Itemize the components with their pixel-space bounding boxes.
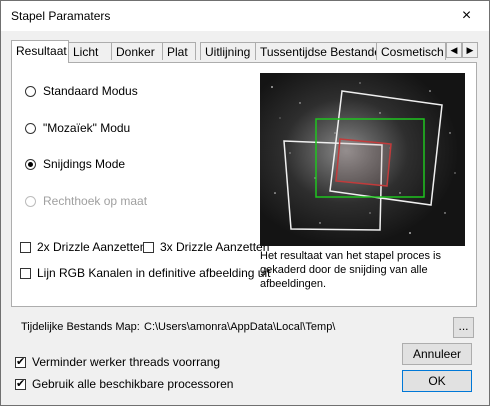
checkbox-label: Gebruik alle beschikbare processoren [32, 377, 234, 391]
tab-label: Uitlijning [205, 45, 251, 59]
cancel-button[interactable]: Annuleer [402, 343, 472, 365]
browse-button[interactable]: ... [453, 317, 474, 338]
radio-label: Rechthoek op maat [43, 194, 148, 208]
tab-label: Licht [73, 45, 99, 59]
temp-folder-label: Tijdelijke Bestands Map: [21, 321, 140, 333]
reduce-threads-checkbox[interactable] [15, 355, 26, 369]
radio-rechthoek-op-maat: Rechthoek op maat [25, 194, 147, 208]
preview-image-canvas [260, 73, 465, 246]
use-all-processors-checkbox[interactable] [15, 377, 26, 391]
tab-strip: Resultaat Licht Donker Plat Uitlijning T… [11, 40, 479, 63]
radio-label: Snijdings Mode [43, 157, 126, 171]
drizzle-2x-checkbox-row[interactable]: 2x Drizzle Aanzetten [20, 240, 146, 254]
reduce-threads-checkbox-row[interactable]: Verminder werker threads voorrang [15, 355, 220, 369]
tab-label: Resultaat [16, 44, 67, 58]
tab-cosmetisch[interactable]: Cosmetisch [376, 42, 446, 60]
checkbox-label: 3x Drizzle Aanzetten [160, 240, 270, 254]
tab-plat[interactable]: Plat [162, 42, 196, 60]
tab-uitlijning[interactable]: Uitlijning [200, 42, 256, 60]
radio-button [25, 195, 36, 207]
radio-mozaiek-modus[interactable]: "Mozaïek" Modu [25, 121, 130, 135]
drizzle-2x-checkbox[interactable] [20, 241, 31, 253]
chevron-right-icon: ▶ [466, 44, 474, 55]
radio-button[interactable] [25, 158, 36, 170]
chevron-left-icon: ◀ [450, 44, 458, 55]
preview-image [260, 73, 465, 246]
temp-folder-path: C:\Users\amonra\AppData\Local\Temp\ [144, 321, 336, 333]
tab-panel-resultaat: Standaard Modus "Mozaïek" Modu Snijdings… [11, 62, 477, 307]
checkbox-label: Verminder werker threads voorrang [32, 355, 221, 369]
tab-label: Plat [167, 45, 188, 59]
tab-label: Tussentijdse Bestanden [260, 45, 388, 59]
tab-licht[interactable]: Licht [68, 42, 112, 60]
drizzle-3x-checkbox-row[interactable]: 3x Drizzle Aanzetten [143, 240, 269, 254]
drizzle-3x-checkbox[interactable] [143, 241, 154, 253]
close-icon: × [461, 7, 472, 24]
use-all-processors-checkbox-row[interactable]: Gebruik alle beschikbare processoren [15, 377, 233, 391]
checkbox-label: 2x Drizzle Aanzetten [37, 240, 147, 254]
tab-label: Donker [116, 45, 155, 59]
dialog-window: Stapel Paramaters × Resultaat Licht Donk… [0, 0, 490, 406]
radio-button[interactable] [25, 122, 36, 134]
tab-scroll-right-button[interactable]: ▶ [462, 42, 478, 58]
radio-button[interactable] [25, 85, 36, 97]
tab-scroll-left-button[interactable]: ◀ [446, 42, 462, 58]
tab-resultaat[interactable]: Resultaat [11, 40, 69, 63]
tab-tussentijdse-bestanden[interactable]: Tussentijdse Bestanden [255, 42, 388, 60]
preview-caption: Het resultaat van het stapel proces is g… [260, 250, 441, 290]
close-button[interactable]: × [444, 1, 489, 31]
title-bar: Stapel Paramaters × [1, 1, 489, 31]
radio-label: "Mozaïek" Modu [43, 121, 131, 135]
radio-snijdings-mode[interactable]: Snijdings Mode [25, 157, 125, 171]
radio-standaard-modus[interactable]: Standaard Modus [25, 84, 138, 98]
align-rgb-checkbox-row[interactable]: Lijn RGB Kanalen in definitive afbeeldin… [20, 266, 270, 280]
tab-label: Cosmetisch [381, 45, 444, 59]
checkbox-label: Lijn RGB Kanalen in definitive afbeeldin… [37, 266, 271, 280]
radio-label: Standaard Modus [43, 84, 138, 98]
align-rgb-checkbox[interactable] [20, 267, 31, 279]
ok-button[interactable]: OK [402, 370, 472, 392]
tab-donker[interactable]: Donker [111, 42, 163, 60]
window-title: Stapel Paramaters [11, 9, 111, 23]
